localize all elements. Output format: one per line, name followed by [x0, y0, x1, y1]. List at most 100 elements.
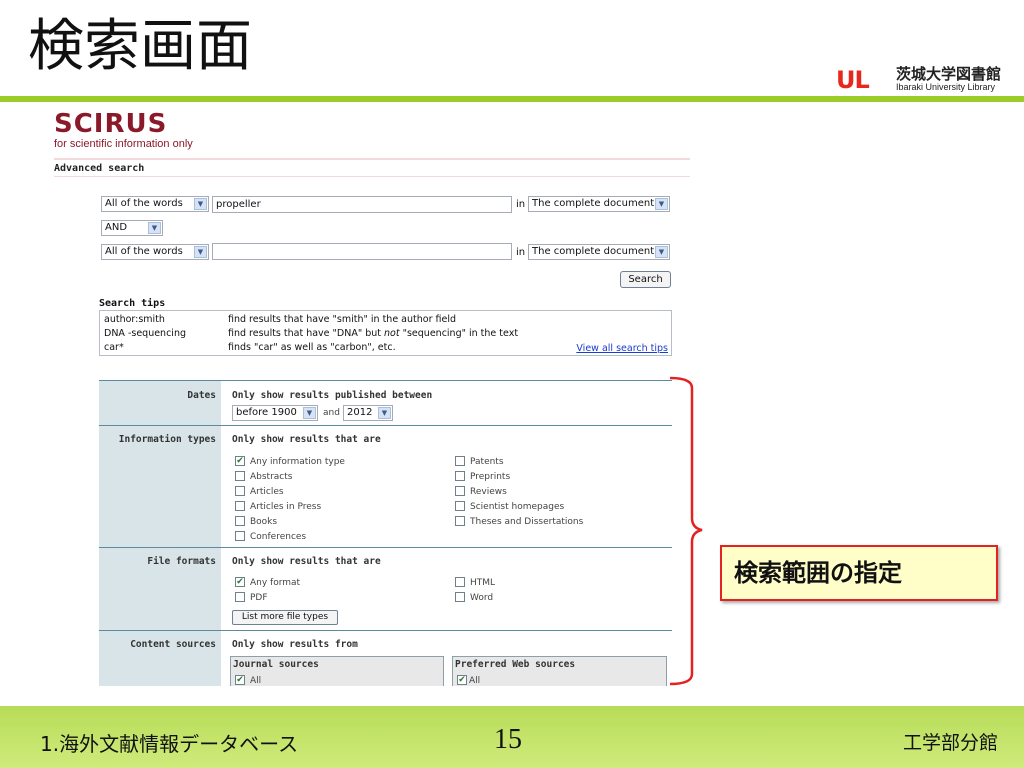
preprints-checkbox[interactable]	[455, 471, 465, 481]
field-select-1[interactable]: All of the words ▼	[101, 196, 209, 212]
operator-select-value: AND	[105, 222, 128, 233]
row-divider	[99, 425, 672, 426]
advanced-search-heading: Advanced search	[54, 163, 145, 174]
tip-description: find results that have "smith" in the au…	[228, 314, 457, 325]
journal-all-checkbox[interactable]: ✔	[235, 675, 245, 685]
dates-label: Dates	[187, 390, 216, 401]
header-divider	[54, 158, 690, 160]
date-from-value: before 1900	[236, 407, 297, 418]
file-format-label: HTML	[470, 578, 496, 588]
chevron-down-icon: ▼	[378, 407, 391, 419]
view-all-search-tips-link[interactable]: View all search tips	[576, 343, 668, 354]
info-type-label: Conferences	[250, 532, 307, 542]
books-checkbox[interactable]	[235, 516, 245, 526]
scirus-tagline: for scientific information only	[54, 138, 193, 150]
info-type-label: Theses and Dissertations	[470, 517, 584, 527]
web-sources-title: Preferred Web sources	[455, 659, 576, 670]
info-type-label: Patents	[470, 457, 504, 467]
journal-sources-box: Journal sources ✔ All	[230, 656, 444, 686]
tip-description-emphasis: not	[384, 328, 400, 339]
any-format-checkbox[interactable]: ✔	[235, 577, 245, 587]
scope-select-1-value: The complete document	[532, 198, 655, 209]
row-divider	[99, 630, 672, 631]
word-checkbox[interactable]	[455, 592, 465, 602]
articles-checkbox[interactable]	[235, 486, 245, 496]
query-input-1[interactable]: propeller	[212, 196, 512, 213]
list-more-file-types-button[interactable]: List more file types	[232, 610, 338, 625]
date-to-select[interactable]: 2012 ▼	[343, 405, 393, 421]
file-format-label: Word	[470, 593, 494, 603]
scope-select-2-value: The complete document	[532, 246, 655, 257]
slide-footer: 1.海外文献情報データベース 15 工学部分館	[0, 706, 1024, 768]
search-button[interactable]: Search	[620, 271, 671, 288]
library-logo-en: Ibaraki University Library	[896, 82, 996, 92]
chevron-down-icon: ▼	[655, 198, 668, 210]
date-from-select[interactable]: before 1900 ▼	[232, 405, 318, 421]
theses-dissertations-checkbox[interactable]	[455, 516, 465, 526]
tip-example: car*	[104, 342, 124, 353]
search-tips-box: author:smith find results that have "smi…	[99, 310, 672, 356]
journal-sources-title: Journal sources	[233, 659, 319, 670]
query-input-2[interactable]	[212, 243, 512, 260]
articles-in-press-checkbox[interactable]	[235, 501, 245, 511]
library-logo-mark: UL	[836, 66, 870, 94]
web-all-label: All	[469, 676, 481, 686]
in-label-1: in	[516, 199, 526, 210]
row-divider	[99, 547, 672, 548]
chevron-down-icon: ▼	[194, 198, 207, 210]
information-types-heading: Only show results that are	[232, 434, 381, 445]
abstracts-checkbox[interactable]	[235, 471, 245, 481]
library-logo: UL 茨城大学図書館 Ibaraki University Library	[836, 66, 1006, 96]
scientist-homepages-checkbox[interactable]	[455, 501, 465, 511]
info-type-label: Articles	[250, 487, 284, 497]
field-select-2[interactable]: All of the words ▼	[101, 244, 209, 260]
information-types-label: Information types	[118, 434, 216, 445]
title-divider	[0, 96, 1024, 102]
header-divider	[54, 176, 690, 177]
page-number: 15	[494, 724, 522, 755]
any-information-type-checkbox[interactable]: ✔	[235, 456, 245, 466]
range-callout: 検索範囲の指定	[720, 545, 998, 601]
info-type-label: Scientist homepages	[470, 502, 565, 512]
slide-title: 検索画面	[28, 14, 252, 79]
info-type-label: Any information type	[250, 457, 345, 467]
in-label-2: in	[516, 247, 526, 258]
web-all-checkbox[interactable]: ✔	[457, 675, 467, 685]
file-format-label: Any format	[250, 578, 301, 588]
operator-select[interactable]: AND ▼	[101, 220, 163, 236]
pdf-checkbox[interactable]	[235, 592, 245, 602]
content-sources-label: Content sources	[130, 639, 216, 650]
tip-description-part: find results that have "DNA" but	[228, 328, 385, 339]
footer-section-title: 1.海外文献情報データベース	[40, 732, 299, 756]
chevron-down-icon: ▼	[303, 407, 316, 419]
date-and-label: and	[323, 408, 340, 418]
search-tips-title: Search tips	[99, 298, 166, 309]
chevron-down-icon: ▼	[194, 246, 207, 258]
chevron-down-icon: ▼	[148, 222, 161, 234]
brace-annotation	[669, 376, 703, 686]
dates-heading: Only show results published between	[232, 390, 433, 401]
file-format-label: PDF	[250, 593, 268, 603]
chevron-down-icon: ▼	[655, 246, 668, 258]
patents-checkbox[interactable]	[455, 456, 465, 466]
scope-select-1[interactable]: The complete document ▼	[528, 196, 670, 212]
info-type-label: Books	[250, 517, 278, 527]
info-type-label: Reviews	[470, 487, 507, 497]
filter-panel: Dates Only show results published betwee…	[99, 380, 672, 686]
tip-description: find results that have "DNA" but not "se…	[228, 328, 518, 339]
field-select-2-value: All of the words	[105, 246, 183, 257]
scope-select-2[interactable]: The complete document ▼	[528, 244, 670, 260]
journal-all-label: All	[250, 676, 262, 686]
content-sources-heading: Only show results from	[232, 639, 358, 650]
info-type-label: Abstracts	[250, 472, 293, 482]
info-type-label: Preprints	[470, 472, 511, 482]
conferences-checkbox[interactable]	[235, 531, 245, 541]
footer-department: 工学部分館	[902, 732, 998, 754]
tip-example: author:smith	[104, 314, 165, 325]
library-logo-jp: 茨城大学図書館	[896, 65, 1002, 83]
scirus-logo: SCIRUS	[54, 109, 168, 139]
reviews-checkbox[interactable]	[455, 486, 465, 496]
web-sources-box: Preferred Web sources ✔ All	[452, 656, 667, 686]
file-formats-label: File formats	[147, 556, 216, 567]
html-checkbox[interactable]	[455, 577, 465, 587]
